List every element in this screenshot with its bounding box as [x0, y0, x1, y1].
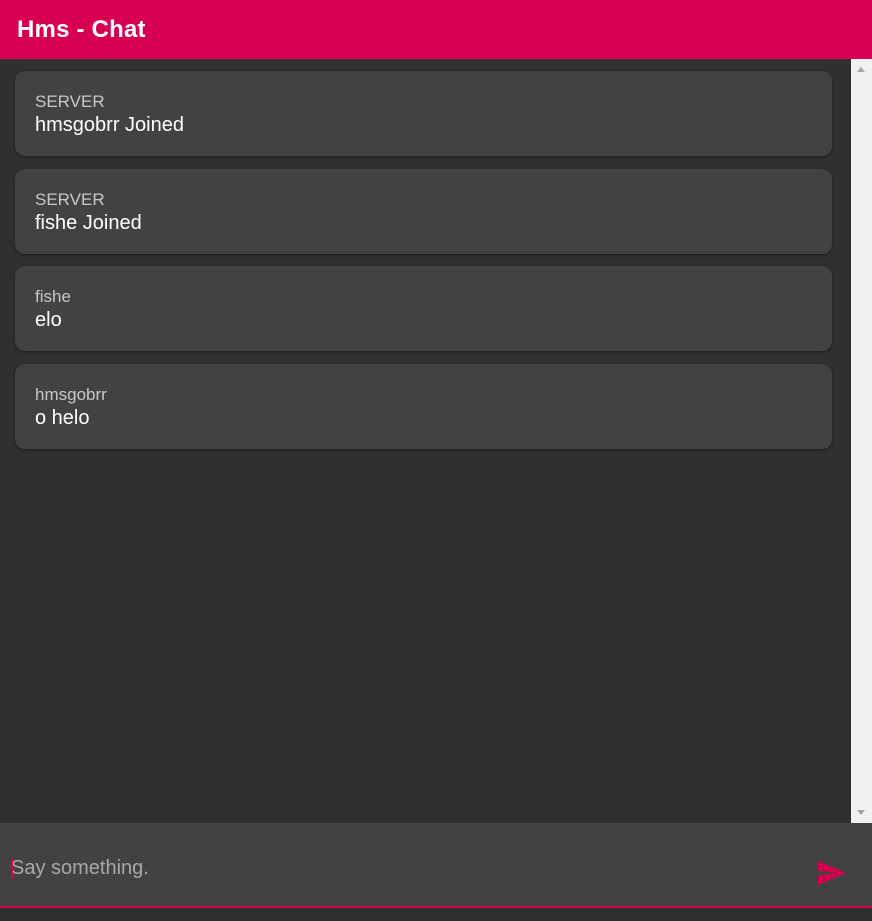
message-list-scrollbar[interactable] — [851, 59, 872, 823]
message-text: elo — [35, 309, 62, 331]
message-composer — [0, 823, 872, 921]
message-author: fishe — [35, 287, 71, 306]
send-icon — [818, 861, 846, 885]
message-card: SERVER hmsgobrr Joined — [15, 71, 832, 156]
message-author: SERVER — [35, 190, 105, 209]
scroll-up-arrow-icon[interactable] — [857, 67, 865, 72]
chat-app: Hms - Chat SERVER hmsgobrr Joined SERVER… — [0, 0, 872, 921]
message-text: fishe Joined — [35, 212, 142, 234]
message-author: hmsgobrr — [35, 385, 107, 404]
page-title: Hms - Chat — [17, 15, 146, 43]
message-author: SERVER — [35, 92, 105, 111]
message-text: hmsgobrr Joined — [35, 114, 184, 136]
message-card: fishe elo — [15, 266, 832, 351]
app-header: Hms - Chat — [0, 0, 872, 59]
send-button[interactable] — [810, 853, 854, 893]
message-list[interactable]: SERVER hmsgobrr Joined SERVER fishe Join… — [0, 59, 851, 823]
scroll-down-arrow-icon[interactable] — [857, 810, 865, 815]
footer-strip — [0, 908, 872, 921]
message-text: o helo — [35, 407, 90, 429]
text-caret — [11, 859, 13, 879]
message-input[interactable] — [11, 851, 791, 885]
message-card: hmsgobrr o helo — [15, 364, 832, 449]
message-card: SERVER fishe Joined — [15, 169, 832, 254]
